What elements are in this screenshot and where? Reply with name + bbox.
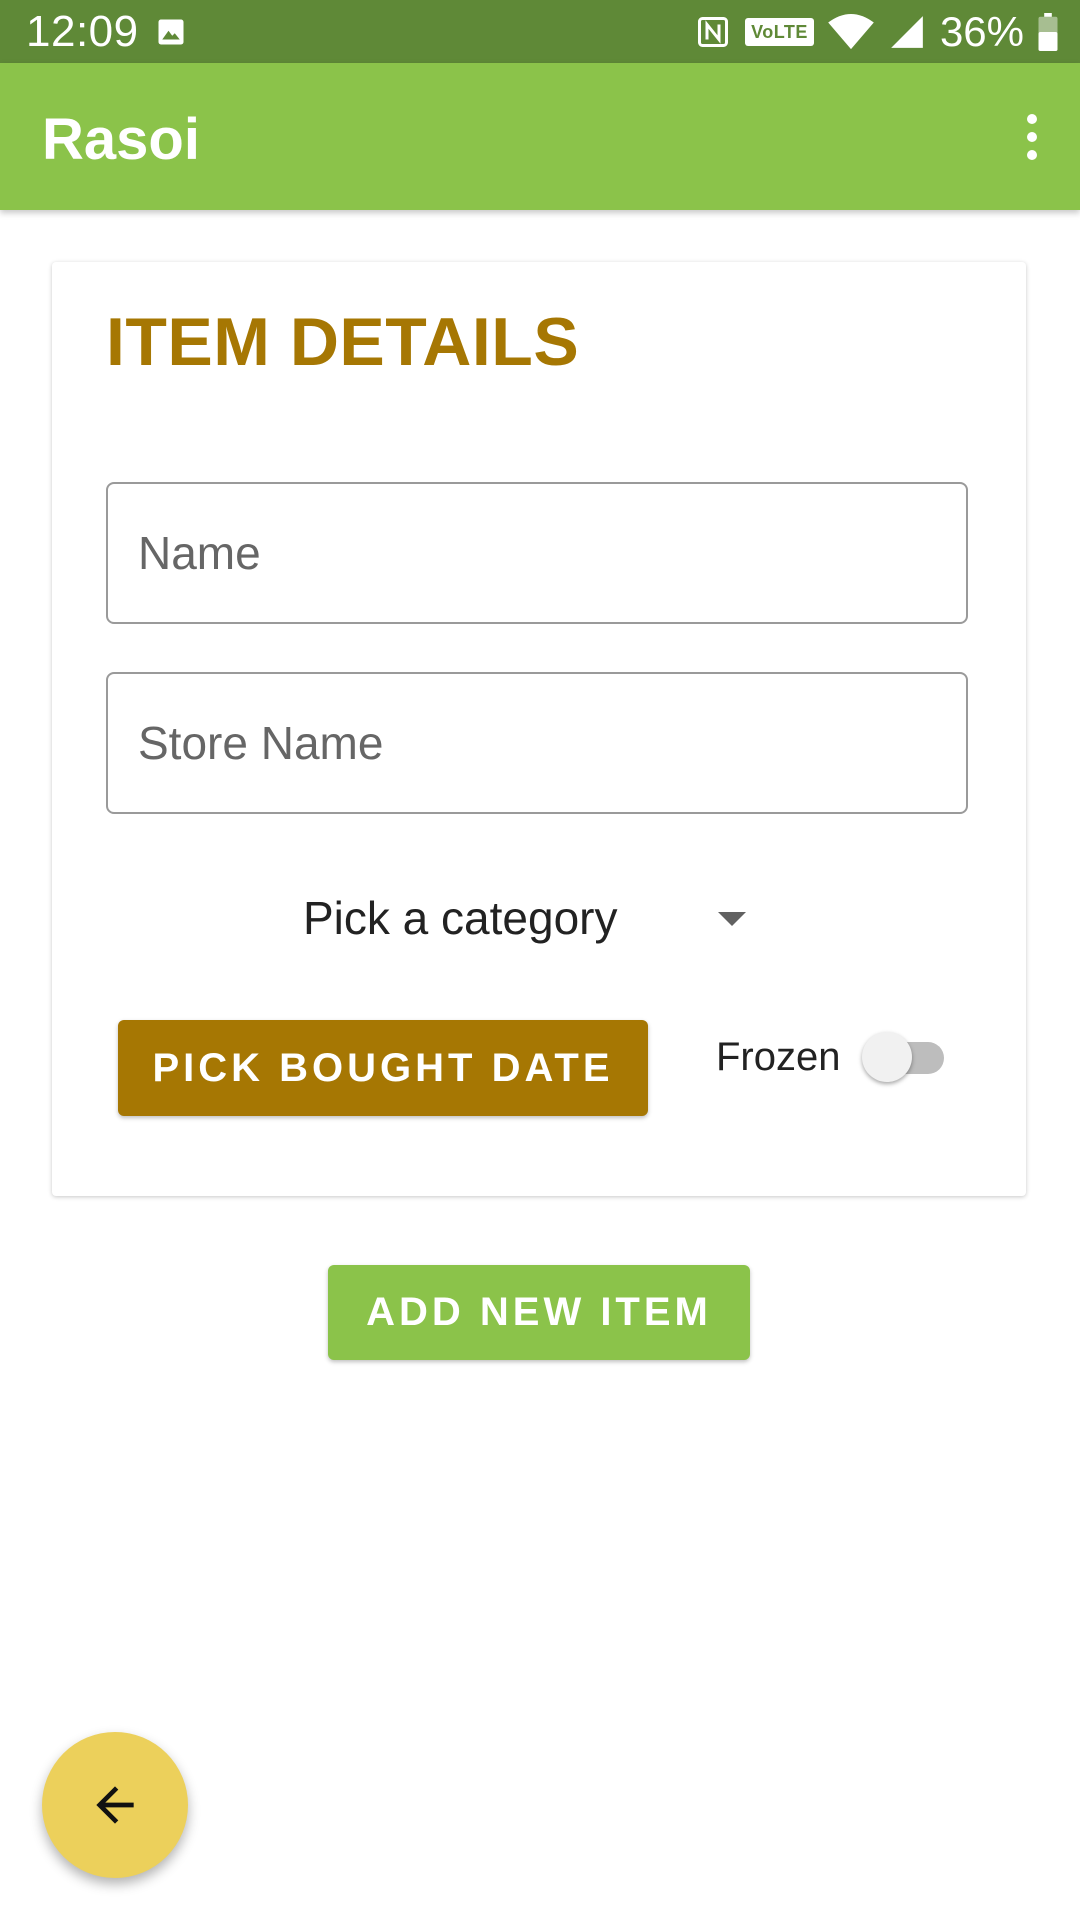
app-title: Rasoi bbox=[42, 107, 200, 172]
screen: 12:09 VoLTE 36% Rasoi ITEM DETAILS Name … bbox=[0, 0, 1080, 1920]
switch-thumb bbox=[862, 1032, 912, 1082]
category-selected: Pick a category bbox=[303, 892, 618, 944]
frozen-switch[interactable] bbox=[860, 1026, 950, 1086]
volte-icon: VoLTE bbox=[745, 17, 814, 46]
nfc-icon bbox=[698, 16, 729, 47]
status-icons: VoLTE 36% bbox=[681, 0, 1058, 63]
dropdown-arrow-icon bbox=[718, 912, 746, 926]
battery-icon bbox=[1038, 12, 1058, 51]
store-name-field[interactable] bbox=[106, 672, 968, 814]
name-field[interactable] bbox=[106, 482, 968, 624]
card-title: ITEM DETAILS bbox=[106, 304, 580, 380]
overflow-menu-icon[interactable] bbox=[1002, 101, 1062, 173]
name-input[interactable] bbox=[108, 484, 966, 622]
app-bar: Rasoi bbox=[0, 63, 1080, 210]
image-icon bbox=[158, 19, 184, 45]
category-spinner[interactable]: Pick a category bbox=[248, 868, 808, 968]
status-bar: 12:09 VoLTE 36% bbox=[0, 0, 1080, 63]
frozen-label: Frozen bbox=[716, 1035, 841, 1079]
battery-percent: 36% bbox=[939, 7, 1024, 55]
store-name-input[interactable] bbox=[108, 674, 966, 812]
wifi-icon bbox=[828, 13, 874, 49]
item-details-card: ITEM DETAILS Pick a category PICK BOUGHT… bbox=[52, 262, 1026, 1196]
status-time: 12:09 bbox=[26, 7, 139, 56]
add-new-item-button[interactable]: ADD NEW ITEM bbox=[328, 1265, 750, 1360]
back-fab[interactable] bbox=[42, 1732, 188, 1878]
signal-icon bbox=[891, 15, 923, 48]
arrow-back-icon bbox=[96, 1786, 134, 1824]
pick-bought-date-button[interactable]: PICK BOUGHT DATE bbox=[118, 1020, 648, 1116]
